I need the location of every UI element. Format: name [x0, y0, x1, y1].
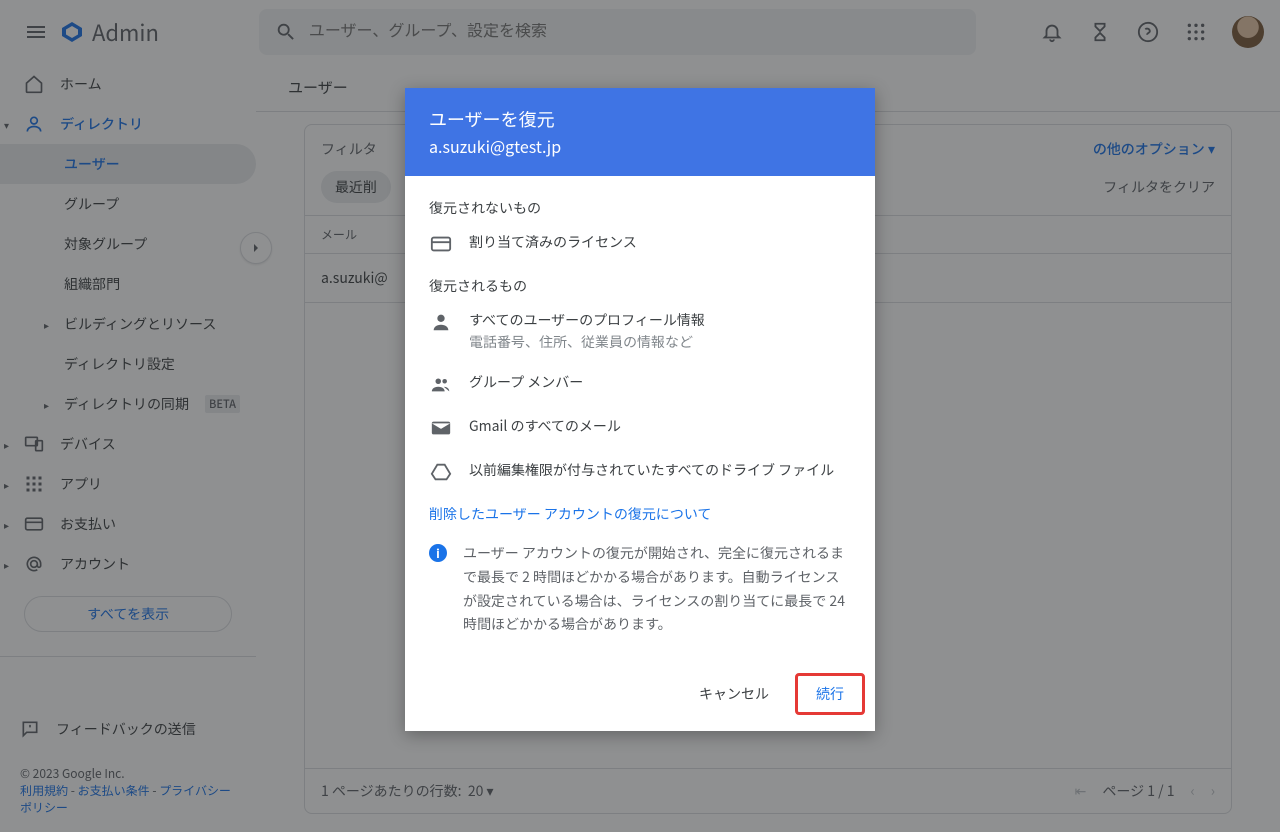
- drive-icon: [429, 460, 453, 484]
- restored-item: Gmail のすべてのメール: [429, 416, 851, 440]
- cancel-button[interactable]: キャンセル: [681, 673, 787, 715]
- restore-user-dialog: ユーザーを復元 a.suzuki@gtest.jp 復元されないもの 割り当て済…: [405, 88, 875, 731]
- restored-item: 以前編集権限が付与されていたすべてのドライブ ファイル: [429, 460, 851, 484]
- dialog-header: ユーザーを復元 a.suzuki@gtest.jp: [405, 88, 875, 176]
- not-restored-item: 割り当て済みのライセンス: [429, 232, 851, 256]
- card-icon: [429, 232, 453, 256]
- person-icon: [429, 310, 453, 334]
- dialog-title: ユーザーを復元: [429, 106, 851, 132]
- restored-item: すべてのユーザーのプロフィール情報電話番号、住所、従業員の情報など: [429, 310, 851, 352]
- restored-label: 復元されるもの: [429, 276, 851, 296]
- info-icon: i: [429, 544, 447, 562]
- continue-button[interactable]: 続行: [798, 676, 862, 712]
- learn-more-link[interactable]: 削除したユーザー アカウントの復元について: [429, 504, 711, 524]
- info-message: i ユーザー アカウントの復元が開始され、完全に復元されるまで最長で 2 時間ほ…: [429, 542, 851, 637]
- not-restored-label: 復元されないもの: [429, 198, 851, 218]
- dialog-subtitle: a.suzuki@gtest.jp: [429, 134, 851, 158]
- emphasis-box: 続行: [795, 673, 865, 715]
- restored-item: グループ メンバー: [429, 372, 851, 396]
- group-icon: [429, 372, 453, 396]
- mail-icon: [429, 416, 453, 440]
- dialog-actions: キャンセル 続行: [405, 657, 875, 731]
